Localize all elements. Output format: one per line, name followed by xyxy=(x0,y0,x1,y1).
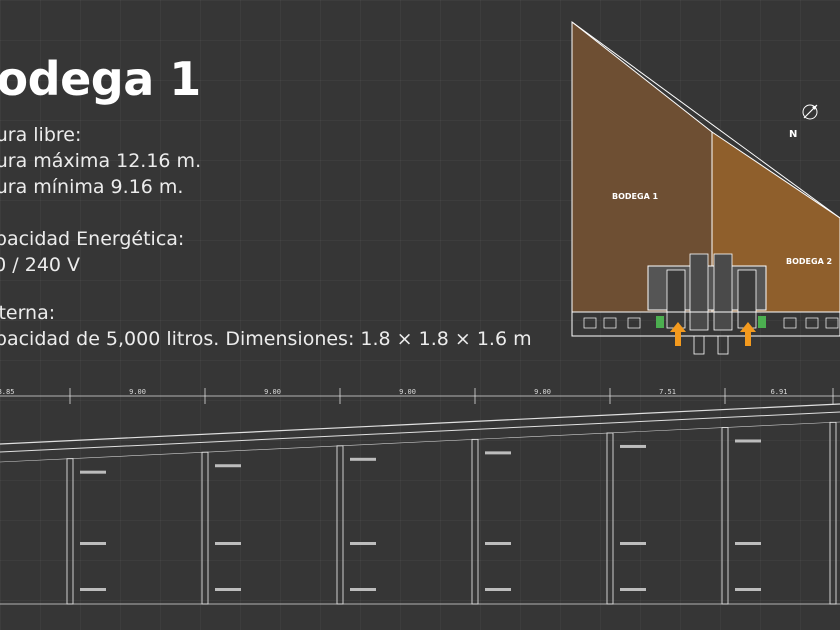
annotation-mark xyxy=(350,542,376,545)
span-dimension-label: 9.00 xyxy=(129,388,146,396)
annotation-mark xyxy=(80,470,106,474)
roof-line xyxy=(0,403,840,445)
annotation-mark xyxy=(350,588,376,591)
steel-column xyxy=(829,421,837,605)
steel-column xyxy=(201,451,209,605)
steel-column xyxy=(471,438,479,605)
span-dimension-label: 7.51 xyxy=(659,388,676,396)
span-dimension-label: 9.00 xyxy=(399,388,416,396)
annotation-mark xyxy=(485,451,511,455)
annotation-mark xyxy=(350,457,376,461)
span-dimension-label: 6.91 xyxy=(771,388,788,396)
span-dimension-label: 9.00 xyxy=(264,388,281,396)
steel-column xyxy=(606,432,614,605)
annotation-mark xyxy=(735,439,761,443)
annotation-mark xyxy=(80,542,106,545)
annotation-mark xyxy=(735,542,761,545)
steel-column xyxy=(66,458,74,605)
annotation-mark xyxy=(215,464,241,468)
annotation-mark xyxy=(620,444,646,448)
span-dimension-label: 9.00 xyxy=(534,388,551,396)
annotation-mark xyxy=(485,542,511,545)
annotation-mark xyxy=(620,588,646,591)
steel-column xyxy=(721,427,729,605)
span-dimension-label: 8.85 xyxy=(0,388,14,396)
building-section: 8.85 9.00 9.00 9.00 9.00 7.51 6.91 xyxy=(0,388,840,605)
annotation-mark xyxy=(485,588,511,591)
annotation-mark xyxy=(620,542,646,545)
annotation-mark xyxy=(80,588,106,591)
truss-chord xyxy=(0,421,840,463)
annotation-mark xyxy=(215,588,241,591)
annotation-mark xyxy=(735,588,761,591)
roof-truss-line xyxy=(0,411,840,453)
steel-column xyxy=(336,445,344,605)
annotation-mark xyxy=(215,542,241,545)
